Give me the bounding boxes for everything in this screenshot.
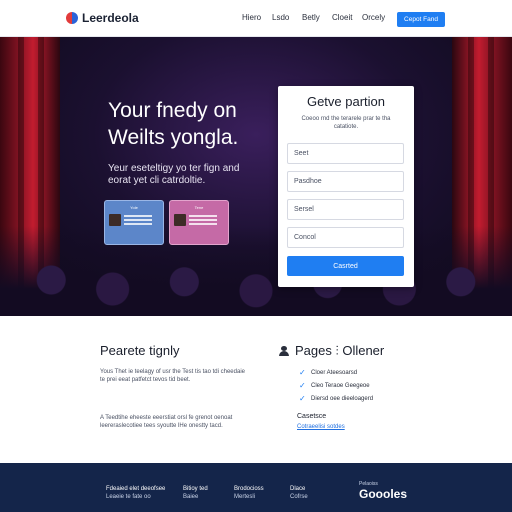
nav-links: Hiero Lsdo Betly Cloeit Orcely (242, 13, 398, 22)
card-lines (124, 213, 152, 227)
check-list: ✓ Cloer Ateesoarsd ✓ Cleo Teraoe Geegeoe… (299, 366, 373, 405)
avatar (174, 214, 186, 226)
footer-column-1[interactable]: Fdeaied elet deeofsee Leaeie te fate oo (106, 485, 165, 501)
features-right-title-row: Pages ⫶ Ollener (279, 343, 384, 359)
page: Leerdeola Hiero Lsdo Betly Cloeit Orcely… (0, 0, 512, 512)
nav-cta-button[interactable]: Cepot Fand (397, 12, 445, 27)
avatar (109, 214, 121, 226)
nav-link-2[interactable]: Lsdo (272, 13, 302, 22)
nav-link-1[interactable]: Hiero (242, 13, 272, 22)
features-right-title: Pages ⫶ Ollener (295, 343, 385, 358)
features-left-text-2: A Teedtihe eheeste eeerstiat orsl fe gre… (100, 415, 233, 429)
form-field-2[interactable]: Pasdhoe (287, 171, 404, 192)
features-left-text-1: Yous Thet ie teelagy of usr the Test tis… (100, 369, 245, 383)
hero-section: Your fnedy on Weilts yongla. Yeur esetel… (0, 37, 512, 316)
logo-icon (66, 12, 78, 24)
features-link[interactable]: Cotraeelisi sotdes (297, 424, 345, 430)
people-icon (279, 346, 289, 356)
hero-subtitle: Yeur eseteltigy yo ter fign and eorat ye… (108, 163, 240, 186)
form-title: Getve partion (306, 94, 386, 109)
footer-column-2[interactable]: Bitioy ted Baiee (183, 485, 208, 501)
features-left-title: Pearete tignly (100, 343, 180, 358)
list-item: ✓ Cloer Ateesoarsd (299, 368, 358, 377)
audience-image (0, 226, 512, 316)
nav-link-5[interactable]: Orcely (362, 13, 398, 22)
form-field-1[interactable]: Seet (287, 143, 404, 164)
footer-column-4[interactable]: Dlace Cofrse (290, 485, 308, 501)
check-icon: ✓ (299, 368, 306, 377)
hero-title: Your fnedy on Weilts yongla. (108, 99, 239, 149)
card-heading: Yole (130, 205, 138, 210)
logo-text: Leerdeola (82, 11, 139, 25)
signup-form: Getve partion Coeoo rnd the terarele pra… (278, 86, 414, 287)
top-nav: Leerdeola Hiero Lsdo Betly Cloeit Orcely… (0, 0, 512, 37)
footer-column-3[interactable]: Brodocioss Mertesli (234, 485, 264, 501)
footer-brand: Pelaoiss Goooles (359, 481, 408, 501)
form-field-3[interactable]: Sersel (287, 199, 404, 220)
nav-link-3[interactable]: Betly (302, 13, 332, 22)
card-heading: Tene (194, 205, 204, 210)
profile-card-1[interactable]: Yole (104, 200, 164, 245)
features-section: Pearete tignly Yous Thet ie teelagy of u… (0, 316, 512, 463)
form-field-4[interactable]: Concol (287, 227, 404, 248)
nav-link-4[interactable]: Cloeit (332, 13, 362, 22)
card-lines (189, 213, 217, 227)
logo[interactable]: Leerdeola (66, 11, 139, 25)
profile-card-2[interactable]: Tene (169, 200, 229, 245)
list-item: ✓ Cleo Teraoe Geegeoe (299, 381, 370, 390)
footer: Fdeaied elet deeofsee Leaeie te fate oo B… (0, 463, 512, 512)
form-subtitle: Coeoo rnd the terarele prar te tha catat… (301, 116, 391, 130)
list-item: ✓ Diersd oee dieeloagerd (299, 394, 374, 403)
check-icon: ✓ (299, 381, 306, 390)
link-title: Casetsce (297, 413, 327, 420)
check-icon: ✓ (299, 394, 306, 403)
submit-button[interactable]: Casrted (287, 256, 404, 276)
